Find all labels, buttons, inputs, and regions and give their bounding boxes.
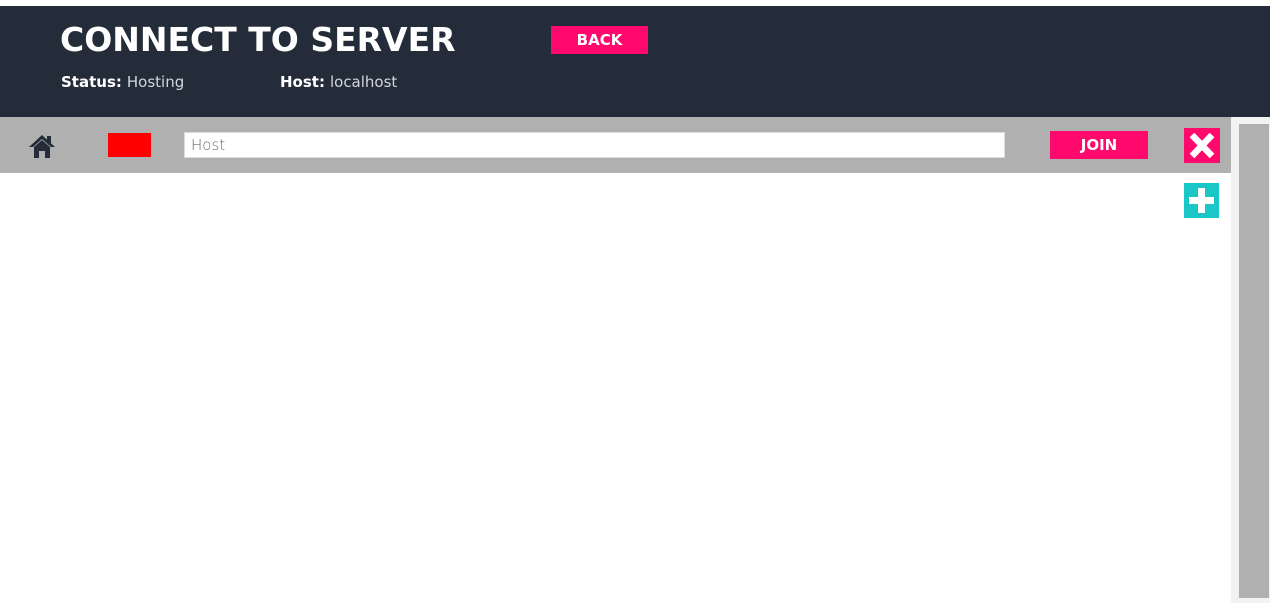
color-swatch[interactable]: [108, 133, 151, 157]
page-title: CONNECT TO SERVER: [60, 20, 456, 59]
scrollbar-thumb[interactable]: [1239, 124, 1269, 598]
add-button[interactable]: [1184, 183, 1219, 218]
connection-toolbar: JOIN: [0, 117, 1231, 173]
home-icon[interactable]: [28, 133, 56, 159]
status-label: Status:: [61, 73, 122, 91]
join-button[interactable]: JOIN: [1050, 131, 1148, 159]
status-value: Hosting: [126, 73, 185, 91]
host-input[interactable]: [184, 132, 1005, 158]
host-label: Host:: [280, 73, 325, 91]
header-bar: CONNECT TO SERVER BACK Status: Hosting Ho…: [0, 6, 1270, 117]
server-list-area: [0, 173, 1231, 603]
close-icon: [1189, 132, 1215, 159]
close-button[interactable]: [1184, 128, 1220, 163]
plus-icon: [1189, 188, 1214, 213]
back-button[interactable]: BACK: [551, 26, 648, 54]
status-info: Status: Hosting: [61, 72, 184, 92]
host-value: localhost: [329, 73, 398, 91]
host-info: Host: localhost: [280, 72, 397, 92]
